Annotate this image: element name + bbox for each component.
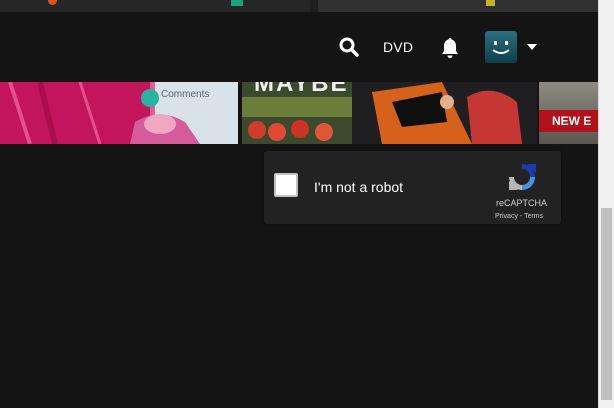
browser-tab-strip xyxy=(0,0,598,12)
title-card[interactable]: NEW E xyxy=(539,82,598,144)
dvd-link[interactable]: DVD xyxy=(383,39,413,55)
thumbnail-text: Comments xyxy=(161,89,210,100)
thumbnail-text: MAYBE xyxy=(254,82,349,97)
privacy-link[interactable]: Privacy xyxy=(495,213,518,220)
recaptcha-links: Privacy - Terms xyxy=(495,213,543,220)
site-header: DVD xyxy=(0,12,598,82)
caret-down-icon[interactable] xyxy=(527,44,537,50)
browser-tab[interactable] xyxy=(318,0,598,12)
new-episodes-badge: NEW E xyxy=(539,110,598,132)
title-card[interactable]: Comments xyxy=(0,82,238,144)
profile-avatar[interactable] xyxy=(485,31,517,63)
badge-text: NEW E xyxy=(552,114,592,128)
title-row: Comments MAYBE NEW E xyxy=(0,82,598,144)
bell-icon[interactable] xyxy=(438,36,462,60)
recaptcha-logo-icon xyxy=(505,160,539,194)
title-card[interactable]: MAYBE xyxy=(242,82,537,144)
recaptcha-label: I'm not a robot xyxy=(314,179,404,195)
browser-tab[interactable] xyxy=(0,0,310,12)
favicon-icon xyxy=(486,0,495,6)
terms-link[interactable]: Terms xyxy=(524,213,543,220)
recaptcha-brand: reCAPTCHA xyxy=(496,198,548,208)
scrollbar-thumb[interactable] xyxy=(601,208,612,400)
favicon-icon xyxy=(231,0,243,6)
search-icon[interactable] xyxy=(338,36,360,58)
recaptcha-checkbox[interactable] xyxy=(274,173,298,197)
recaptcha-widget: I'm not a robot reCAPTCHA Privacy - Term… xyxy=(264,151,561,224)
vertical-scrollbar[interactable] xyxy=(598,0,614,408)
